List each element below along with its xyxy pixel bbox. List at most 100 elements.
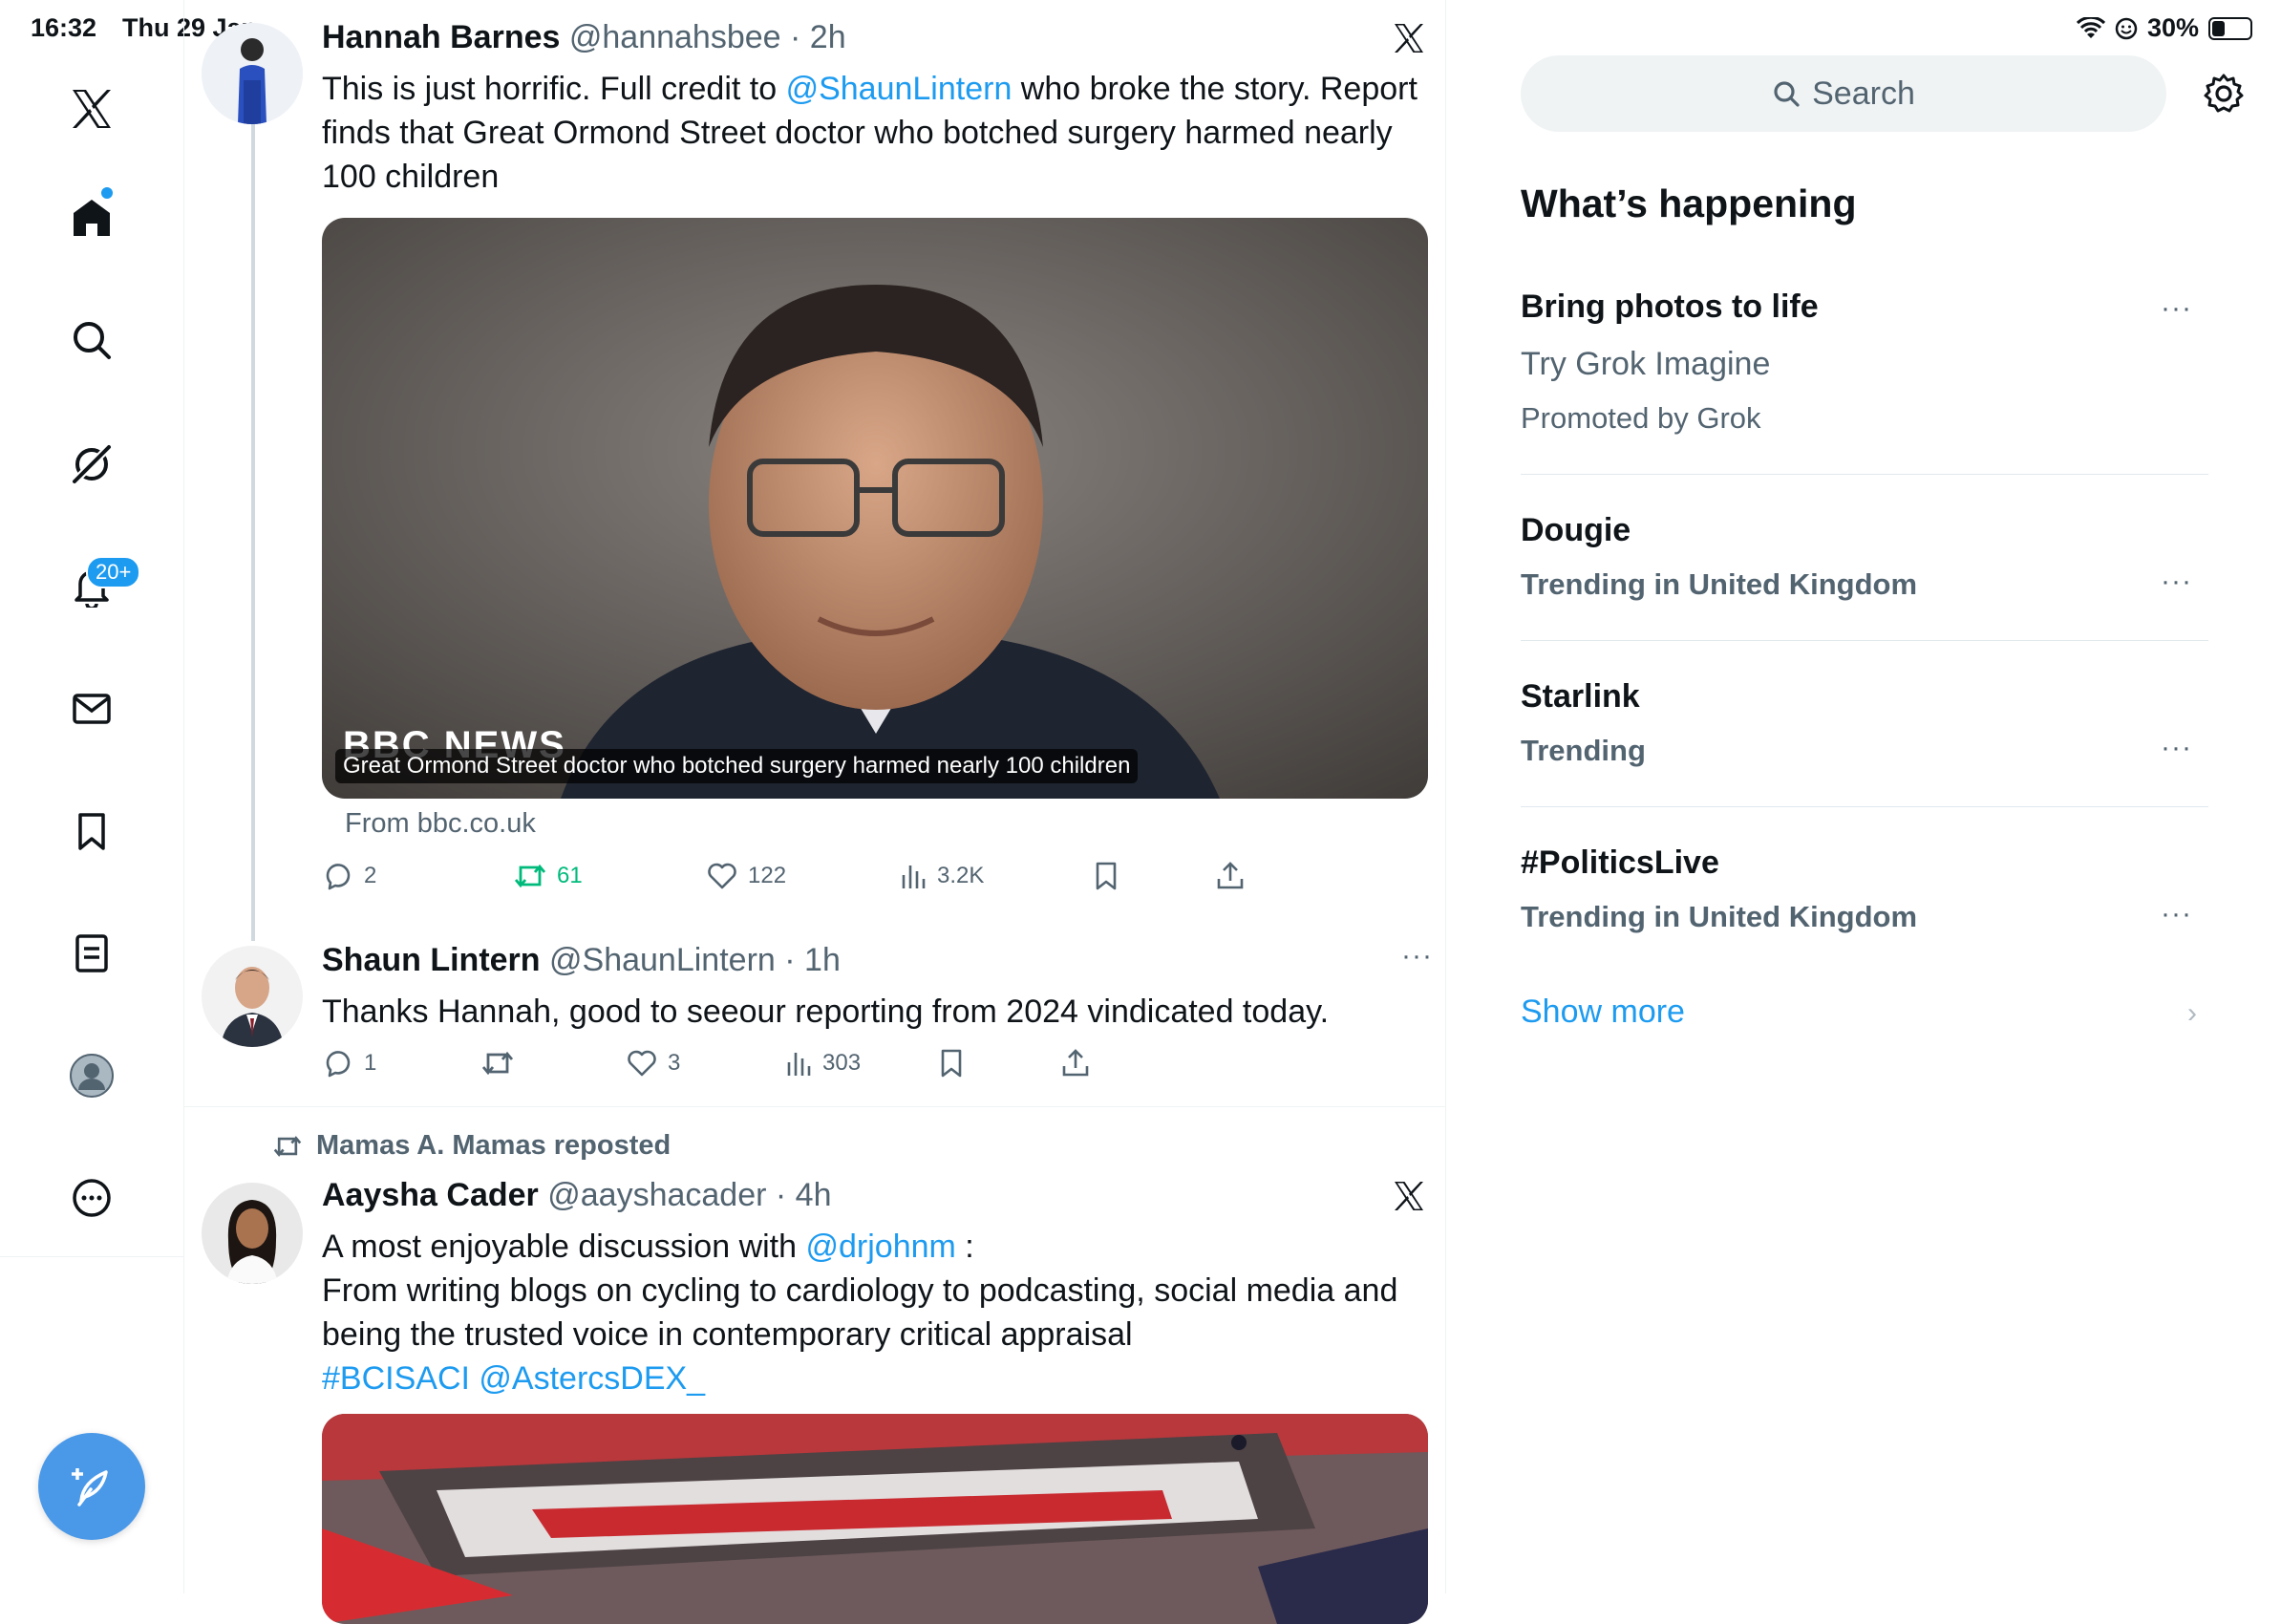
card-source[interactable]: From bbc.co.uk [345, 808, 536, 840]
nav-divider [0, 1256, 183, 1257]
repost-icon [481, 1051, 514, 1076]
battery-icon [2208, 16, 2252, 40]
like-count: 3 [668, 1050, 681, 1076]
left-navigation: 20+ [0, 0, 184, 1593]
search-input[interactable]: Search [1521, 55, 2166, 132]
focus-icon [2115, 17, 2138, 40]
share-button[interactable] [1059, 1047, 1092, 1079]
tweet-time[interactable]: · 2h [790, 19, 846, 55]
thread-connector [251, 124, 255, 941]
trend-title: #PoliticsLive [1521, 844, 1719, 881]
reposted-by-label: Mamas A. Mamas reposted [316, 1130, 672, 1161]
status-indicators: 30% [2076, 13, 2252, 43]
avatar[interactable] [202, 1183, 303, 1284]
avatar[interactable] [202, 23, 303, 124]
repost-context[interactable]: Mamas A. Mamas reposted [272, 1130, 671, 1162]
tweet-divider [184, 1106, 1445, 1107]
avatar[interactable] [202, 946, 303, 1047]
trend-more-icon[interactable]: ··· [2161, 292, 2192, 325]
trend-subtitle: Trending in United Kingdom [1521, 567, 1918, 601]
tweet-time[interactable]: · 1h [784, 942, 841, 978]
bookmark-button[interactable] [937, 1047, 966, 1079]
repost-icon [273, 1135, 302, 1157]
lists-icon[interactable] [53, 915, 130, 992]
reply-icon [326, 1051, 351, 1078]
tweet-text: A most enjoyable discussion with @drjohn… [322, 1225, 1420, 1400]
bookmarks-icon[interactable] [53, 793, 130, 869]
x-logo-icon[interactable] [53, 71, 130, 147]
author-handle[interactable]: @hannahsbee [569, 19, 781, 55]
tweet-text-part: A most enjoyable discussion with [322, 1229, 806, 1265]
chevron-right-icon[interactable]: › [2187, 997, 2197, 1030]
trend-subtitle: Trending [1521, 734, 1646, 767]
wifi-icon [2076, 16, 2105, 40]
notifications-badge: 20+ [86, 556, 141, 588]
messages-envelope-icon[interactable] [53, 671, 130, 747]
repost-count: 61 [557, 863, 583, 888]
reply-icon [326, 864, 351, 890]
reply-count: 1 [364, 1050, 377, 1076]
repost-button[interactable] [480, 1047, 515, 1079]
tweet-time[interactable]: · 4h [776, 1177, 832, 1213]
like-button[interactable]: 3 [626, 1047, 680, 1079]
trend-subtitle: Trending in United Kingdom [1521, 900, 1918, 933]
author-handle[interactable]: @ShaunLintern [549, 942, 776, 978]
mention-link[interactable]: @drjohnm [805, 1229, 955, 1265]
heart-icon [708, 863, 736, 889]
tweet-header: Shaun Lintern @ShaunLintern · 1h [322, 942, 841, 979]
reply-count: 2 [364, 863, 377, 888]
card-caption: Great Ormond Street doctor who botched s… [335, 749, 1139, 783]
repost-icon [514, 864, 546, 888]
tweet-text-line: A most enjoyable discussion with @drjohn… [322, 1225, 1420, 1269]
author-handle[interactable]: @aayshacader [547, 1177, 766, 1213]
views-count: 3.2K [937, 863, 985, 888]
grok-icon[interactable] [53, 426, 130, 502]
author-name[interactable]: Aaysha Cader [322, 1177, 539, 1213]
tweet-text-line: From writing blogs on cycling to cardiol… [322, 1272, 1398, 1353]
tweet-more-icon[interactable]: ··· [1401, 940, 1433, 972]
trend-more-icon[interactable]: ··· [2161, 566, 2192, 598]
bookmark-button[interactable] [1092, 860, 1120, 892]
mention-link[interactable]: @ShaunLintern [786, 71, 1013, 107]
share-button[interactable] [1214, 860, 1247, 892]
share-icon [1217, 862, 1244, 889]
compose-button[interactable] [38, 1433, 145, 1540]
tweet-text: This is just horrific. Full credit to @S… [322, 67, 1420, 199]
link-card-image[interactable]: BBC NEWS Great Ormond Street doctor who … [322, 218, 1428, 799]
home-icon[interactable] [53, 180, 130, 256]
trend-divider [1521, 806, 2208, 807]
trend-title: Dougie [1521, 512, 1631, 548]
tweet-text: Thanks Hannah, good to seeour reporting … [322, 994, 1330, 1030]
author-name[interactable]: Hannah Barnes [322, 19, 560, 55]
search-placeholder: Search [1812, 75, 1915, 112]
settings-gear-icon[interactable] [2203, 73, 2245, 115]
trend-more-icon[interactable]: ··· [2161, 732, 2192, 764]
hashtag-link[interactable]: #BCISACI [322, 1360, 470, 1397]
share-icon [1062, 1049, 1089, 1077]
show-more-link[interactable]: Show more [1521, 994, 1685, 1031]
trend-meta: Promoted by Grok [1521, 401, 1761, 435]
timeline: Hannah Barnes @hannahsbee · 2h This is j… [184, 0, 1446, 1624]
mention-link[interactable]: @AstercsDEX_ [479, 1360, 705, 1397]
more-options-icon[interactable] [53, 1160, 130, 1236]
repost-button[interactable]: 61 [513, 860, 583, 892]
bookmark-icon [1096, 862, 1117, 890]
like-button[interactable]: 122 [706, 860, 786, 892]
like-count: 122 [748, 863, 787, 888]
reply-button[interactable]: 2 [322, 860, 376, 892]
home-unread-dot [101, 187, 113, 199]
views-chart-icon [787, 1053, 811, 1076]
bookmark-icon [941, 1049, 962, 1078]
views-button[interactable]: 303 [784, 1047, 861, 1079]
trend-divider [1521, 640, 2208, 641]
search-icon[interactable] [53, 302, 130, 378]
trend-more-icon[interactable]: ··· [2161, 898, 2192, 930]
author-name[interactable]: Shaun Lintern [322, 942, 541, 978]
trend-divider [1521, 474, 2208, 475]
tweet-header: Aaysha Cader @aayshacader · 4h [322, 1177, 831, 1214]
tweet-photo[interactable] [322, 1414, 1428, 1624]
views-button[interactable]: 3.2K [899, 860, 984, 892]
trend-title: Bring photos to life [1521, 288, 1819, 325]
reply-button[interactable]: 1 [322, 1047, 376, 1079]
profile-avatar-icon[interactable] [53, 1037, 130, 1114]
